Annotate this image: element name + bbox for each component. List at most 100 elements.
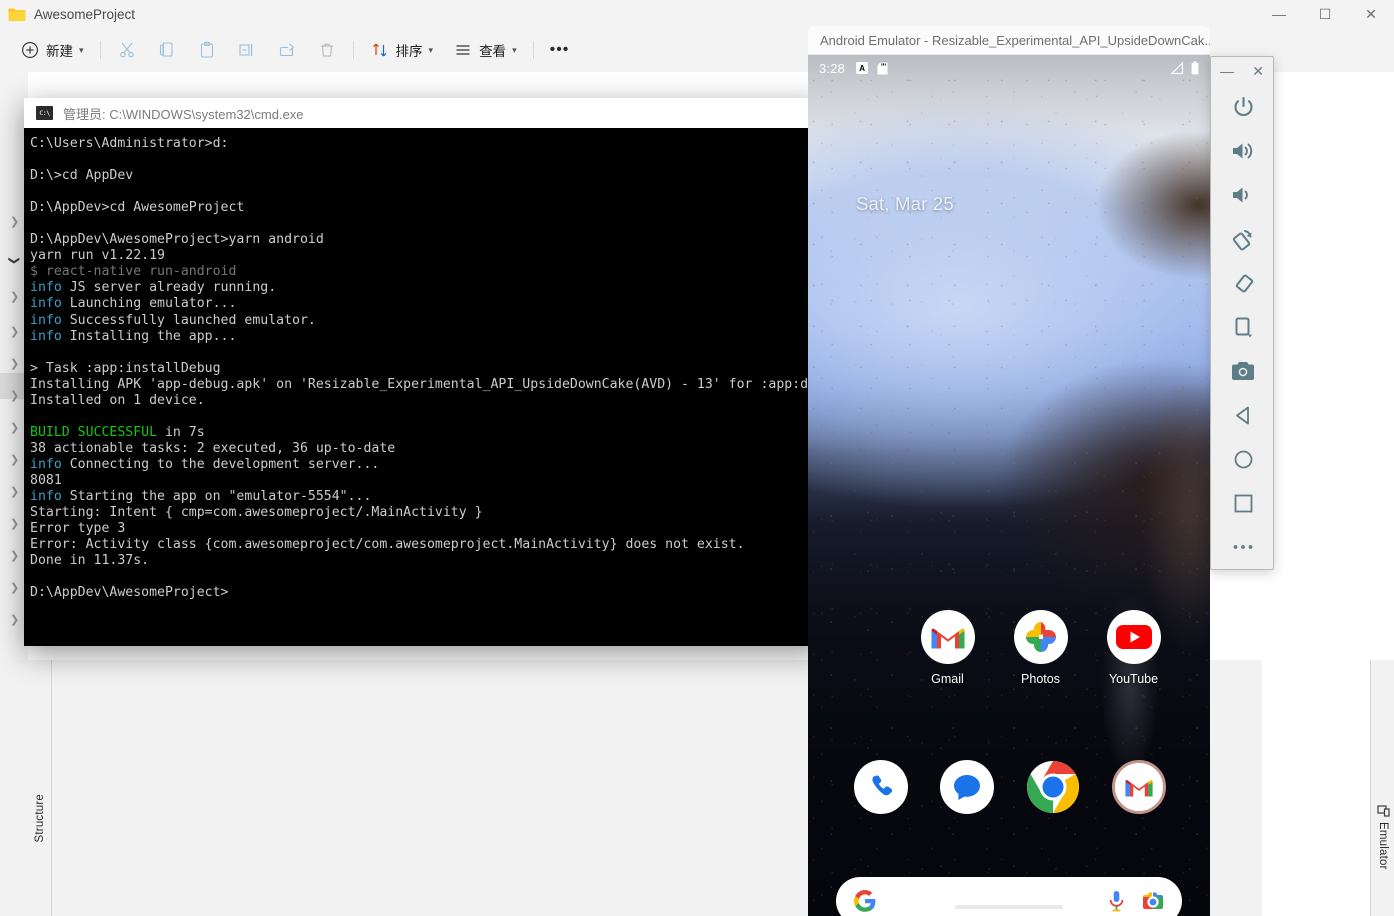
volume-down-icon [1231, 184, 1255, 206]
overview-button[interactable] [1211, 481, 1275, 525]
google-lens-icon[interactable] [1142, 891, 1164, 911]
rotate-left-icon [1231, 227, 1256, 252]
view-button[interactable]: 查看 ▾ [443, 34, 527, 66]
tool-tab-label: Emulator [1377, 822, 1389, 870]
power-button[interactable] [1211, 85, 1275, 129]
app-phone[interactable] [838, 760, 924, 814]
cmd-line: info Installing the app... [30, 328, 237, 344]
view-list-icon [453, 40, 473, 60]
fe-close-button[interactable]: ✕ [1348, 0, 1394, 28]
cmd-line [30, 184, 818, 200]
toolbar-divider [352, 41, 354, 59]
cmd-line: D:\>cd AppDev [30, 168, 134, 184]
tree-expand-chevron-icon[interactable]: ❯ [10, 549, 19, 562]
cmd-line: info Successfully launched emulator. [30, 312, 316, 328]
app-messages[interactable] [924, 760, 1010, 814]
cut-button[interactable] [107, 34, 147, 66]
cmd-line: C:\Users\Administrator>d: [30, 136, 229, 151]
app-youtube[interactable]: YouTube [1087, 610, 1180, 686]
new-item-label: 新建 [46, 44, 73, 59]
more-button[interactable] [1211, 525, 1275, 569]
app-label: Gmail [931, 672, 964, 686]
tree-expand-chevron-icon[interactable]: ❯ [10, 357, 19, 370]
emulator-toolbar-window-controls: — ✕ [1211, 57, 1273, 85]
app-gmail[interactable]: Gmail [901, 610, 994, 686]
volume-down-button[interactable] [1211, 173, 1275, 217]
google-search-bar[interactable] [836, 877, 1182, 916]
rename-button[interactable] [227, 34, 267, 66]
emulator-side-toolbar: — ✕ [1210, 56, 1274, 570]
tree-expand-chevron-icon[interactable]: ❯ [10, 485, 19, 498]
google-photos-icon [1013, 610, 1068, 664]
screenshot-camera-icon [1231, 361, 1255, 381]
emulator-titlebar[interactable]: Android Emulator - Resizable_Experimenta… [808, 26, 1210, 55]
scissors-icon [117, 40, 137, 60]
microphone-icon[interactable] [1107, 890, 1126, 912]
sort-button[interactable]: 排序 ▾ [360, 34, 444, 66]
share-button[interactable] [267, 34, 307, 66]
back-button[interactable] [1211, 393, 1275, 437]
home-dock [838, 760, 1182, 814]
tree-expand-chevron-icon[interactable]: ❯ [10, 613, 19, 626]
app-photos[interactable]: Photos [994, 610, 1087, 686]
tree-expand-chevron-icon[interactable]: ❯ [10, 290, 19, 303]
copy-button[interactable] [147, 34, 187, 66]
toolbar-divider [532, 41, 534, 59]
command-prompt-window[interactable]: C:\ 管理员: C:\WINDOWS\system32\cmd.exe C:\… [24, 98, 824, 646]
emulator-screen[interactable]: 3:28 A Sat, Mar 25 Gmail Photos YouTube [808, 55, 1210, 916]
rotate-right-button[interactable] [1211, 261, 1275, 305]
phone-icon [854, 760, 908, 814]
fe-maximize-button[interactable]: ☐ [1302, 0, 1348, 28]
toolbar-divider [99, 41, 101, 59]
cmd-title-text: 管理员: C:\WINDOWS\system32\cmd.exe [63, 106, 304, 122]
emulator-minimize-button[interactable]: — [1220, 63, 1234, 79]
power-icon [1232, 96, 1255, 119]
cmd-line: 8081 [30, 472, 62, 488]
cmd-line [30, 409, 818, 425]
new-item-button[interactable]: 新建 ▾ [10, 34, 94, 66]
tree-expand-chevron-icon[interactable]: ❯ [10, 581, 19, 594]
fold-device-button[interactable] [1211, 305, 1275, 349]
more-options-button[interactable]: ••• [540, 34, 580, 66]
rotate-right-icon [1231, 271, 1256, 296]
cmd-line: Installed on 1 device. [30, 392, 205, 408]
paste-clipboard-icon [197, 40, 217, 60]
cmd-line: info Launching emulator... [30, 296, 237, 312]
tree-expand-chevron-icon[interactable]: ❯ [10, 421, 19, 434]
paste-button[interactable] [187, 34, 227, 66]
cmd-icon: C:\ [36, 106, 53, 120]
home-button[interactable] [1211, 437, 1275, 481]
cmd-terminal-output[interactable]: C:\Users\Administrator>d: D:\>cd AppDev … [24, 128, 824, 646]
tool-tab-emulator[interactable]: Emulator [1371, 798, 1394, 870]
app-chrome[interactable] [1010, 760, 1096, 814]
volume-up-button[interactable] [1211, 129, 1275, 173]
cmd-line: info Connecting to the development serve… [30, 456, 380, 472]
rotate-left-button[interactable] [1211, 217, 1275, 261]
cmd-line: BUILD SUCCESSFUL in 7s [30, 424, 205, 440]
cmd-line: Error type 3 [30, 521, 126, 537]
android-studio-left-toolstrip: Structure [28, 620, 52, 916]
app-label: YouTube [1108, 672, 1159, 686]
tree-expand-chevron-icon[interactable]: ❯ [10, 215, 19, 228]
cmd-line: yarn run v1.22.19 [30, 248, 165, 264]
fe-minimize-button[interactable]: — [1256, 0, 1302, 28]
tree-expand-chevron-icon[interactable]: ❯ [10, 453, 19, 466]
tree-expand-chevron-icon[interactable]: ❯ [10, 325, 19, 338]
chevron-down-icon: ▾ [512, 44, 517, 55]
google-g-icon [854, 890, 876, 912]
tree-collapse-chevron-icon[interactable]: ❯ [8, 256, 21, 265]
chevron-down-icon: ▾ [79, 44, 84, 55]
messages-icon [940, 760, 994, 814]
file-explorer-title: AwesomeProject [34, 6, 136, 22]
navigation-gesture-pill[interactable] [955, 905, 1063, 909]
tool-tab-structure[interactable]: Structure [28, 788, 52, 842]
wallpaper-date-widget[interactable]: Sat, Mar 25 [856, 193, 954, 215]
screenshot-button[interactable] [1211, 349, 1275, 393]
delete-button[interactable] [307, 34, 347, 66]
tree-expand-chevron-icon[interactable]: ❯ [10, 389, 19, 402]
tree-expand-chevron-icon[interactable]: ❯ [10, 517, 19, 530]
app-gmail-dock[interactable] [1096, 760, 1182, 814]
emulator-close-button[interactable]: ✕ [1252, 63, 1264, 80]
cmd-line: D:\AppDev>cd AwesomeProject [30, 200, 245, 216]
chrome-icon [1026, 760, 1080, 814]
